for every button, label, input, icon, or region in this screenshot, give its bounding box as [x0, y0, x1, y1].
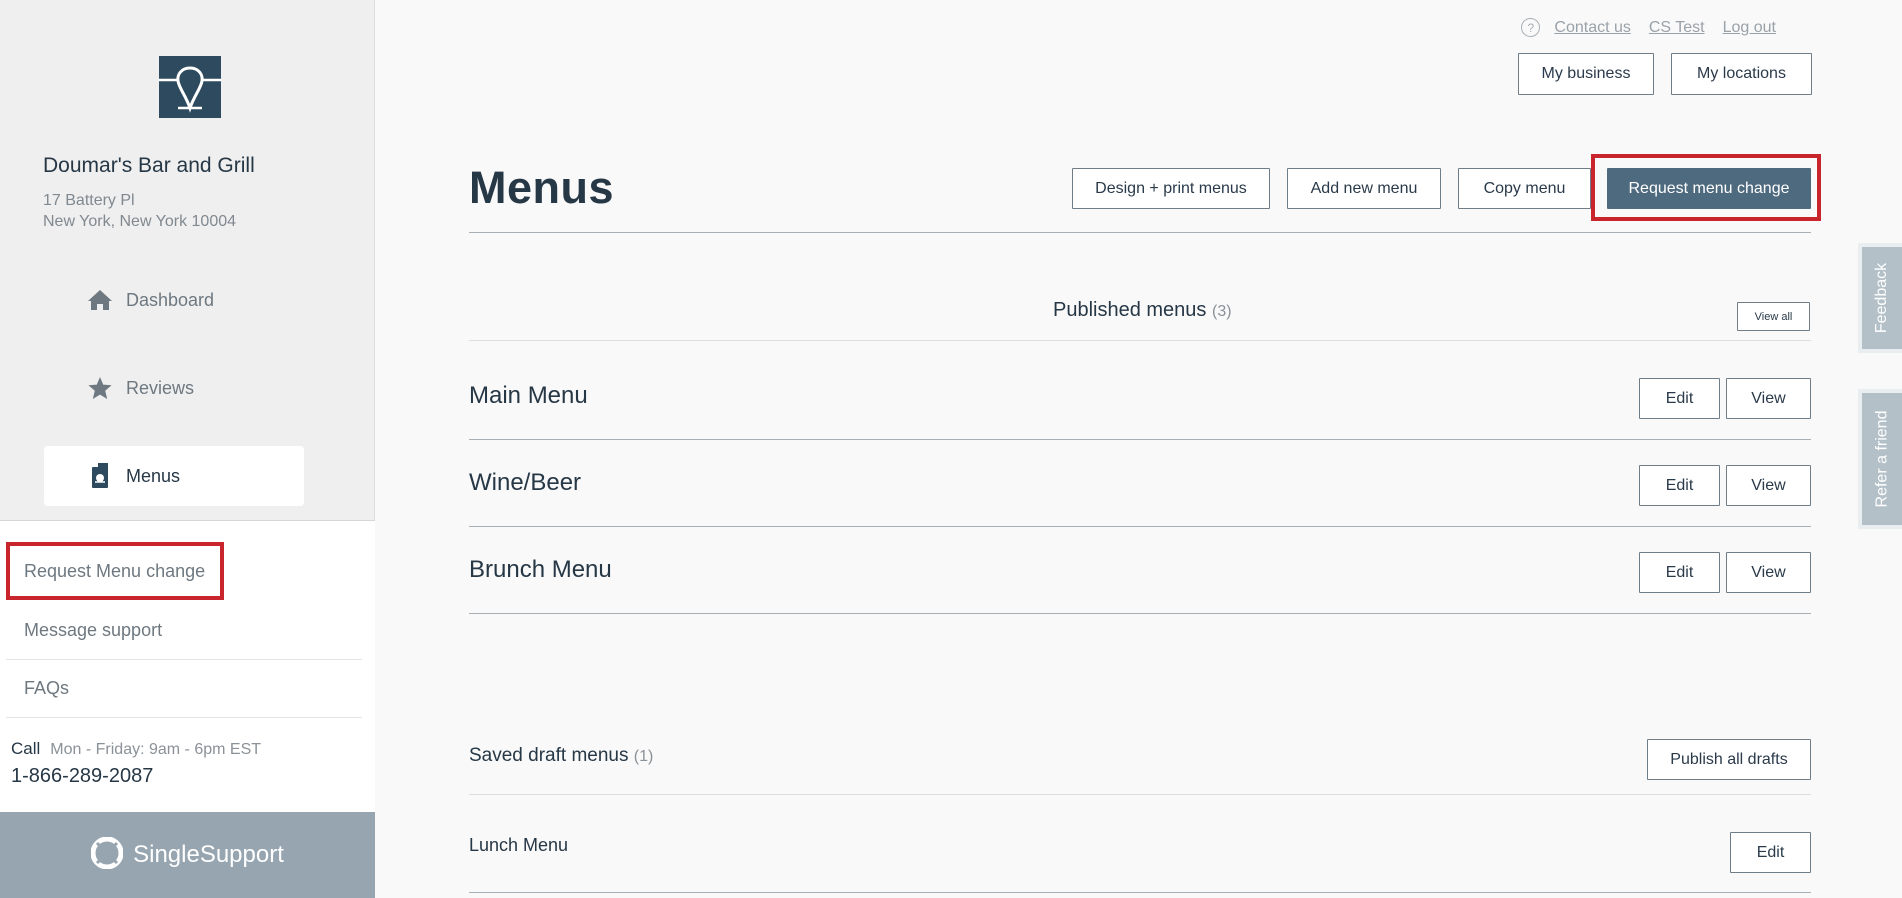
- brand-name: SingleSupport: [133, 841, 284, 868]
- row-divider: [469, 613, 1811, 614]
- request-menu-change-link[interactable]: Request Menu change: [6, 542, 224, 600]
- faqs-link[interactable]: FAQs: [6, 660, 362, 718]
- row-divider: [469, 526, 1811, 527]
- menu-name: Wine/Beer: [469, 469, 582, 496]
- feedback-tab[interactable]: Feedback: [1858, 243, 1902, 353]
- log-out-link[interactable]: Log out: [1723, 19, 1776, 37]
- feedback-tab-label: Feedback: [1873, 262, 1891, 334]
- home-icon: [80, 289, 120, 311]
- view-all-button[interactable]: View all: [1737, 302, 1810, 331]
- star-icon: [80, 376, 120, 400]
- edit-button[interactable]: Edit: [1639, 378, 1720, 419]
- published-menus-title: Published menus (3): [1053, 299, 1232, 322]
- refer-a-friend-tab[interactable]: Refer a friend: [1858, 389, 1902, 529]
- view-button[interactable]: View: [1726, 378, 1811, 419]
- sidebar-item-label: Menus: [126, 465, 181, 486]
- business-address: 17 Battery Pl New York, New York 10004: [43, 190, 236, 232]
- top-links: ? Contact us CS Test Log out: [1521, 18, 1776, 37]
- address-line-1: 17 Battery Pl: [43, 192, 135, 209]
- sidebar-item-reviews[interactable]: Reviews: [44, 358, 304, 418]
- published-menus-count: (3): [1212, 303, 1232, 320]
- contact-us-link[interactable]: Contact us: [1554, 19, 1630, 37]
- business-logo-icon: [159, 56, 221, 118]
- section-divider: [469, 340, 1811, 341]
- sidebar-item-label: Reviews: [126, 377, 195, 398]
- message-support-link[interactable]: Message support: [6, 602, 362, 660]
- sidebar-item-dashboard[interactable]: Dashboard: [44, 270, 304, 330]
- page-title: Menus: [469, 162, 615, 213]
- support-phone[interactable]: 1-866-289-2087: [11, 765, 153, 788]
- request-menu-change-button[interactable]: Request menu change: [1607, 168, 1811, 209]
- menu-name: Lunch Menu: [469, 835, 569, 855]
- sidebar-item-label: Dashboard: [126, 289, 215, 310]
- cs-test-link[interactable]: CS Test: [1649, 19, 1705, 37]
- call-hours: Mon - Friday: 9am - 6pm EST: [50, 741, 262, 758]
- sidebar: Doumar's Bar and Grill 17 Battery Pl New…: [0, 0, 375, 898]
- edit-button[interactable]: Edit: [1730, 832, 1811, 873]
- lifebuoy-icon: [90, 836, 124, 874]
- call-row: Call Mon - Friday: 9am - 6pm EST: [11, 739, 261, 759]
- row-divider: [469, 892, 1811, 893]
- help-icon[interactable]: ?: [1521, 18, 1541, 37]
- menu-name: Main Menu: [469, 382, 588, 409]
- saved-drafts-count: (1): [633, 748, 654, 765]
- saved-drafts-title: Saved draft menus (1): [469, 745, 653, 767]
- view-button[interactable]: View: [1726, 552, 1811, 593]
- call-label: Call: [11, 739, 41, 758]
- refer-a-friend-tab-label: Refer a friend: [1873, 410, 1890, 508]
- view-button[interactable]: View: [1726, 465, 1811, 506]
- menu-book-icon: [80, 463, 120, 489]
- publish-all-drafts-button[interactable]: Publish all drafts: [1647, 739, 1811, 780]
- my-locations-button[interactable]: My locations: [1671, 53, 1812, 95]
- business-name: Doumar's Bar and Grill: [43, 154, 255, 177]
- title-divider: [469, 232, 1811, 233]
- saved-drafts-label: Saved draft menus: [469, 745, 629, 766]
- published-menus-label: Published menus: [1053, 299, 1207, 321]
- address-line-2: New York, New York 10004: [43, 213, 237, 230]
- row-divider: [469, 439, 1811, 440]
- edit-button[interactable]: Edit: [1639, 552, 1720, 593]
- sidebar-item-menus[interactable]: Menus: [44, 446, 304, 506]
- section-divider: [469, 794, 1811, 795]
- support-panel: Request Menu change Message support FAQs…: [0, 520, 375, 812]
- add-new-menu-button[interactable]: Add new menu: [1287, 168, 1441, 209]
- menu-name: Brunch Menu: [469, 556, 612, 583]
- copy-menu-button[interactable]: Copy menu: [1458, 168, 1591, 209]
- brand-bar: SingleSupport: [0, 812, 375, 898]
- design-print-menus-button[interactable]: Design + print menus: [1072, 168, 1270, 209]
- my-business-button[interactable]: My business: [1518, 53, 1654, 95]
- edit-button[interactable]: Edit: [1639, 465, 1720, 506]
